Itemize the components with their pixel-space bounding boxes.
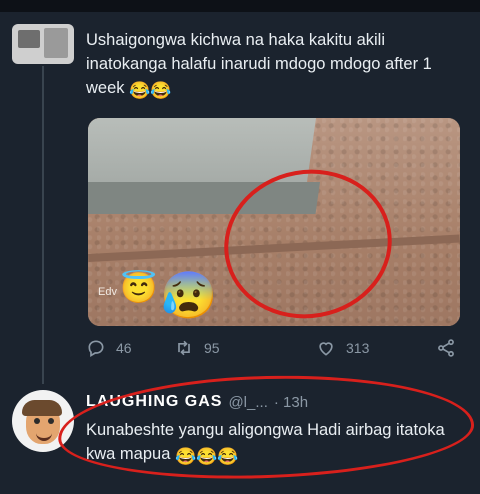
reply-header: LAUGHING GAS @l_... · 13h [86,390,462,414]
share-button[interactable] [436,338,456,358]
laughing-emoji: 😂😂 [129,81,172,100]
reply-author-name[interactable]: LAUGHING GAS [86,393,222,411]
reply-icon [88,340,104,357]
avatar-image-part [44,28,68,58]
reply-body: Kunabeshte yangu aligongwa Hadi airbag i… [86,418,462,466]
tweet-body: Ushaigongwa kichwa na haka kakitu akili … [86,28,462,100]
bottom-bar [0,484,480,494]
reply-timestamp[interactable]: · 13h [274,394,308,411]
reply-author-handle[interactable]: @l_... [228,394,267,411]
thread-connector-line [42,66,44,384]
like-count: 313 [346,340,370,356]
author-avatar[interactable] [12,24,74,64]
smiling-halo-emoji: 😇 [120,272,158,305]
laughing-emoji: 😂😂😂 [174,447,239,466]
retweet-button[interactable]: 95 [174,338,220,358]
media-watermark: Edv [98,286,117,298]
reply-count: 46 [116,340,132,356]
reply-button[interactable]: 46 [86,338,132,358]
heart-icon [319,342,333,356]
retweet-count: 95 [204,340,220,356]
like-button[interactable]: 313 [316,338,369,358]
top-bar [0,0,480,12]
tweet-media-image[interactable]: Edv 😇 😰 [88,118,460,326]
avatar-eye [34,418,40,424]
reply-text: Kunabeshte yangu aligongwa Hadi airbag i… [86,421,445,463]
avatar-image-part [18,30,40,48]
tweet-action-bar: 46 95 313 [86,338,462,364]
retweet-icon [178,340,190,356]
avatar-eye [48,418,54,424]
reply-author-avatar[interactable] [12,390,74,452]
share-icon [438,339,454,357]
avatar-cap [22,400,62,416]
anxious-sweat-emoji: 😰 [160,269,218,321]
